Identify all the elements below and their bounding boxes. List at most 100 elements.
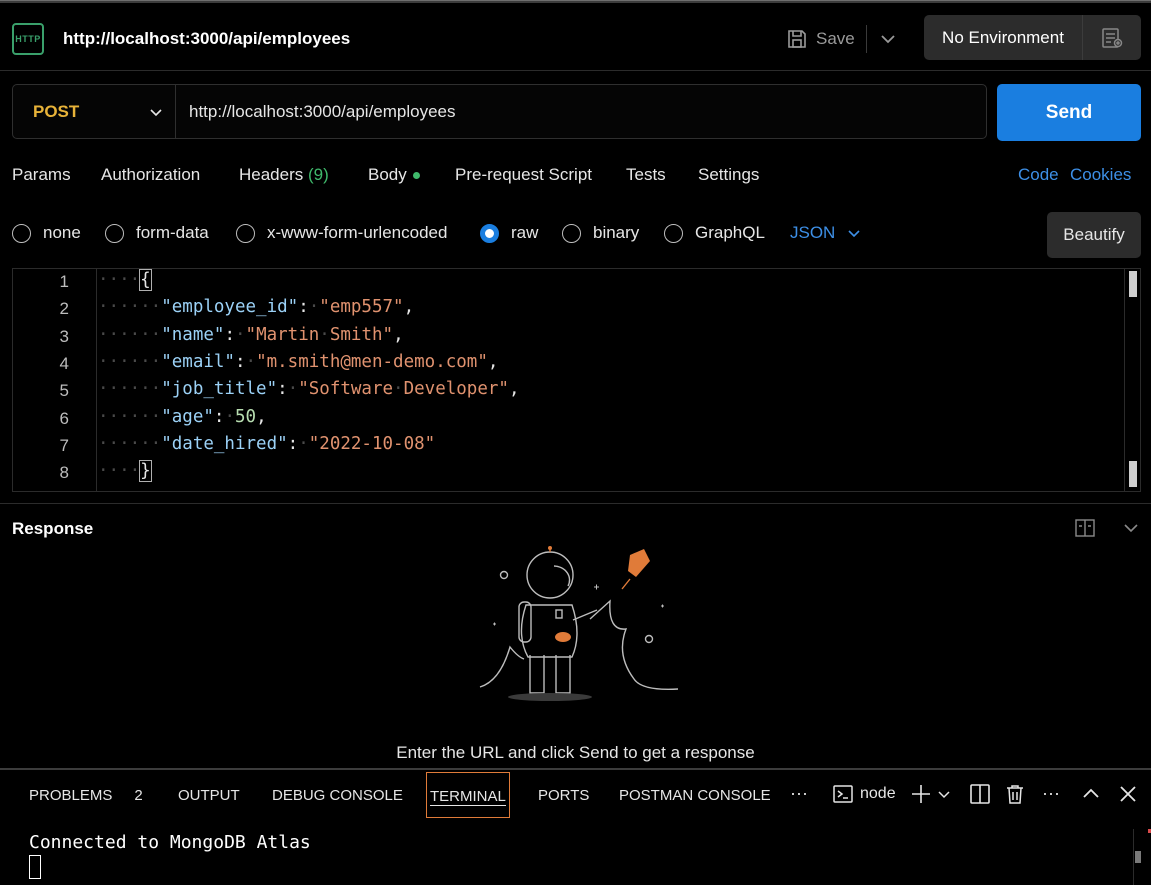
code-token: "employee_id" xyxy=(161,297,299,318)
code-token: } xyxy=(139,460,152,483)
code-token: "job_title" xyxy=(161,379,278,400)
tab-ports[interactable]: PORTS xyxy=(538,787,589,804)
line-number: 1 xyxy=(59,272,69,291)
save-label: Save xyxy=(816,29,855,48)
radio-x-www-form-urlencoded[interactable]: x-www-form-urlencoded xyxy=(236,223,447,243)
radio-graphql[interactable]: GraphQL xyxy=(664,223,765,243)
save-options-chevron-icon[interactable] xyxy=(878,29,898,54)
terminal-shell-selector[interactable]: node xyxy=(832,783,896,805)
editor-scrollbar[interactable] xyxy=(1124,269,1140,491)
tab-output[interactable]: OUTPUT xyxy=(178,787,240,804)
tab-params[interactable]: Params xyxy=(12,165,71,185)
tab-terminal-label: TERMINAL xyxy=(430,788,506,806)
environment-label[interactable]: No Environment xyxy=(924,15,1083,60)
radio-circle-selected[interactable] xyxy=(480,223,499,243)
terminal-scrollbar[interactable] xyxy=(1133,829,1151,885)
radio-label: raw xyxy=(511,223,539,242)
code-line[interactable]: ······"email":·"m.smith@men-demo.com", xyxy=(98,352,498,379)
kill-terminal-button[interactable] xyxy=(1004,783,1026,805)
code-token: 50 xyxy=(235,406,257,427)
url-bar: POST xyxy=(12,84,987,139)
indent-guide: ···· xyxy=(98,461,141,482)
terminal-options-button[interactable] xyxy=(937,783,951,805)
url-input[interactable] xyxy=(176,85,986,138)
raw-format-selector[interactable]: JSON xyxy=(790,223,861,243)
code-line[interactable]: ····} xyxy=(98,460,152,488)
tab-authorization[interactable]: Authorization xyxy=(101,165,200,185)
line-number: 2 xyxy=(59,299,69,319)
tab-pre-request-script[interactable]: Pre-request Script xyxy=(455,165,592,185)
code-token: "name" xyxy=(161,324,225,345)
more-tabs-button[interactable]: ··· xyxy=(790,783,808,804)
code-line[interactable]: ······"age":·50, xyxy=(98,407,267,434)
tab-settings[interactable]: Settings xyxy=(698,165,759,185)
indent-guide: ···· xyxy=(98,270,141,290)
radio-none[interactable]: none xyxy=(12,223,81,243)
scrollbar-thumb[interactable] xyxy=(1129,461,1137,487)
code-token: "email" xyxy=(161,351,235,372)
tab-terminal[interactable]: TERMINAL xyxy=(426,772,510,818)
tab-tests[interactable]: Tests xyxy=(626,165,666,185)
terminal-output-line: Connected to MongoDB Atlas xyxy=(29,832,311,853)
send-button[interactable]: Send xyxy=(997,84,1141,141)
code-token: "age" xyxy=(161,406,214,427)
panel-more-actions-button[interactable]: ··· xyxy=(1042,783,1060,804)
radio-circle[interactable] xyxy=(105,223,124,243)
tab-postman-console[interactable]: POSTMAN CONSOLE xyxy=(619,787,771,804)
http-request-icon: HTTP xyxy=(12,23,44,55)
radio-circle[interactable] xyxy=(236,223,255,243)
environment-selector[interactable]: No Environment xyxy=(924,15,1141,60)
scrollbar-thumb[interactable] xyxy=(1135,851,1141,863)
beautify-button[interactable]: Beautify xyxy=(1047,212,1141,258)
cookies-link[interactable]: Cookies xyxy=(1070,165,1131,185)
code-link[interactable]: Code xyxy=(1018,165,1059,185)
code-line[interactable]: ····{ xyxy=(98,269,152,297)
code-token: "m.smith@men-demo.com" xyxy=(256,351,488,372)
panel-tabs: PROBLEMS 2 OUTPUT DEBUG CONSOLE TERMINAL … xyxy=(0,771,1151,819)
radio-form-data[interactable]: form-data xyxy=(105,223,209,243)
terminal-cursor[interactable] xyxy=(29,855,41,879)
radio-label: none xyxy=(43,223,81,242)
tab-body[interactable]: Body xyxy=(368,165,420,185)
method-selector[interactable]: POST xyxy=(13,85,176,138)
indent-guide: ······ xyxy=(98,379,162,400)
environment-quick-look-icon[interactable] xyxy=(1083,15,1141,60)
code-token: "date_hired" xyxy=(161,433,288,454)
panel-divider xyxy=(0,768,1151,770)
code-line[interactable]: ······"employee_id":·"emp557", xyxy=(98,297,414,324)
indent-guide: ······ xyxy=(98,406,162,427)
new-terminal-button[interactable] xyxy=(910,783,932,805)
layout-toggle-icon[interactable] xyxy=(1074,517,1096,544)
radio-circle[interactable] xyxy=(562,223,581,243)
body-editor[interactable]: 12345678 ····{······"employee_id":·"emp5… xyxy=(12,268,1141,492)
radio-circle[interactable] xyxy=(664,223,683,243)
raw-format-label: JSON xyxy=(790,223,836,242)
radio-raw[interactable]: raw xyxy=(480,223,538,243)
tab-debug-console[interactable]: DEBUG CONSOLE xyxy=(272,787,403,804)
code-line[interactable]: ······"job_title":·"Software·Developer", xyxy=(98,379,520,406)
line-number: 5 xyxy=(59,381,69,401)
code-token: , xyxy=(393,324,404,345)
code-token: :· xyxy=(277,379,299,400)
radio-binary[interactable]: binary xyxy=(562,223,639,243)
code-token: , xyxy=(403,297,415,318)
radio-circle[interactable] xyxy=(12,223,31,243)
split-terminal-button[interactable] xyxy=(969,783,991,805)
collapse-response-chevron-icon[interactable] xyxy=(1122,519,1140,542)
save-button[interactable]: Save xyxy=(786,25,855,53)
code-line[interactable]: ······"name":·"Martin·Smith", xyxy=(98,325,404,352)
response-title: Response xyxy=(12,519,94,538)
code-line[interactable]: ······"date_hired":·"2022-10-08" xyxy=(98,434,435,461)
request-title[interactable]: http://localhost:3000/api/employees xyxy=(63,29,350,49)
radio-label: GraphQL xyxy=(695,223,765,242)
scrollbar-thumb[interactable] xyxy=(1129,271,1137,297)
code-token: :· xyxy=(213,406,235,427)
code-token: :· xyxy=(234,351,257,372)
close-panel-button[interactable] xyxy=(1118,783,1138,805)
tab-headers[interactable]: Headers (9) xyxy=(239,165,329,185)
chevron-down-icon xyxy=(848,230,860,238)
chevron-down-icon xyxy=(938,791,950,799)
tab-problems[interactable]: PROBLEMS 2 xyxy=(29,787,143,804)
maximize-panel-button[interactable] xyxy=(1081,783,1101,805)
astronaut-illustration xyxy=(479,546,679,701)
